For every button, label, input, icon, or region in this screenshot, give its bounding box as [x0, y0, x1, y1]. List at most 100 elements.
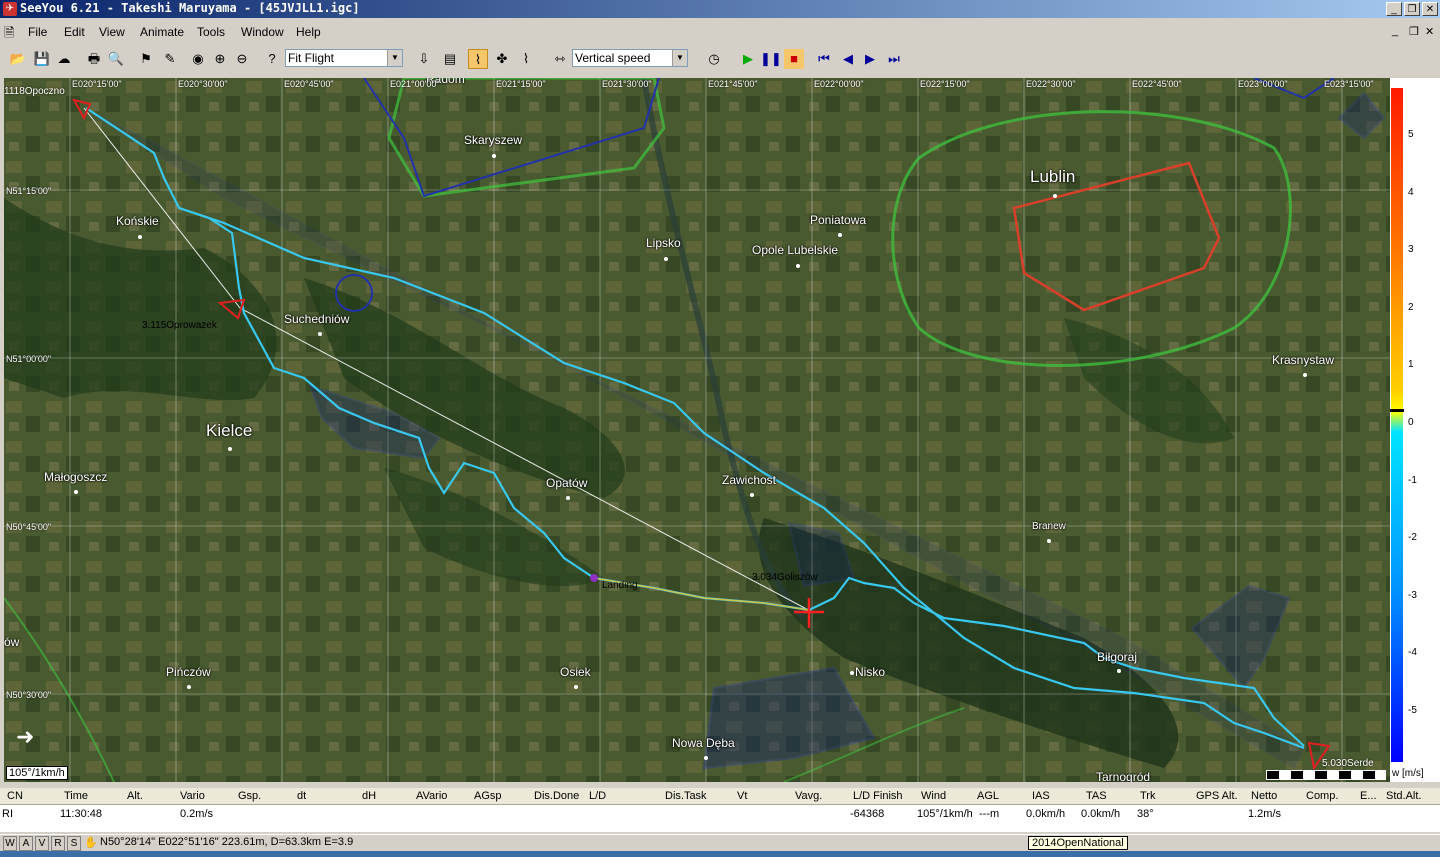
cell-vario: 0.2m/s [180, 808, 214, 820]
column-header[interactable]: Dis.Task [665, 790, 707, 802]
cell-tas: 0.0km/h [1081, 808, 1121, 820]
cell-ias: 0.0km/h [1026, 808, 1066, 820]
menu-window[interactable]: Window [241, 25, 284, 39]
open-folder-icon[interactable]: 📂 [8, 49, 28, 69]
column-header[interactable]: Netto [1251, 790, 1277, 802]
town-dot [1047, 539, 1051, 543]
waypoint-label: 1118Opoczno [4, 86, 65, 97]
cloud-icon[interactable]: ☁ [54, 49, 74, 69]
globe-icon[interactable]: ◉ [188, 49, 208, 69]
column-header[interactable]: Time [64, 790, 88, 802]
chevron-down-icon[interactable]: ▼ [387, 50, 402, 66]
legend-tick: 1 [1408, 359, 1414, 370]
longitude-label: E021°45'00" [708, 79, 758, 89]
column-header[interactable]: GPS Alt. [1196, 790, 1238, 802]
column-header[interactable]: Wind [921, 790, 946, 802]
help-cursor-icon[interactable]: ? [262, 49, 282, 69]
color-mode-select-value: Vertical speed [575, 51, 651, 65]
cell-netto: 1.2m/s [1248, 808, 1282, 820]
column-header[interactable]: Dis.Done [534, 790, 579, 802]
layers-icon[interactable]: ▤ [440, 49, 460, 69]
play-icon[interactable]: ▶ [738, 49, 758, 69]
next-icon[interactable]: ▶ [860, 49, 880, 69]
longitude-label: E020°15'00" [72, 79, 122, 89]
mdi-close-button[interactable]: ✕ [1425, 25, 1434, 38]
column-header[interactable]: CN [7, 790, 23, 802]
track-icon[interactable]: ⌇ [468, 49, 488, 69]
town-dot [1117, 669, 1121, 673]
town-label: Osiek [560, 665, 591, 679]
column-header[interactable]: AVario [416, 790, 447, 802]
column-header[interactable]: TAS [1086, 790, 1107, 802]
legend-tick: -2 [1408, 532, 1417, 543]
column-header[interactable]: Comp. [1306, 790, 1338, 802]
menu-tools[interactable]: Tools [197, 25, 225, 39]
color-mode-select[interactable]: Vertical speed ▼ [572, 49, 688, 67]
last-icon[interactable]: ⏭ [884, 49, 904, 69]
toggle-w[interactable]: W [3, 836, 17, 851]
column-header[interactable]: L/D Finish [853, 790, 903, 802]
app-icon[interactable]: ✈ [3, 2, 17, 16]
menu-help[interactable]: Help [296, 25, 321, 39]
hand-icon[interactable]: ✋ [84, 836, 98, 849]
column-header[interactable]: Vario [180, 790, 205, 802]
clock-icon[interactable]: ◷ [704, 49, 724, 69]
column-header[interactable]: dt [297, 790, 306, 802]
save-icon[interactable]: 💾 [32, 49, 52, 69]
zoom-in-icon[interactable]: ⊕ [210, 49, 230, 69]
column-header[interactable]: Vt [737, 790, 747, 802]
legend-tick: 0 [1408, 417, 1414, 428]
column-header[interactable]: AGL [977, 790, 999, 802]
column-header[interactable]: Trk [1140, 790, 1155, 802]
mdi-minimize-button[interactable]: _ [1392, 25, 1398, 37]
column-header[interactable]: Alt. [127, 790, 143, 802]
legend-tick: 3 [1408, 244, 1414, 255]
map-view[interactable]: Radom Skaryszew Lublin Końskie Poniatowa… [4, 78, 1390, 782]
column-header[interactable]: IAS [1032, 790, 1050, 802]
thermal-icon[interactable]: ✤ [492, 49, 512, 69]
latitude-label: N50°45'00" [6, 522, 52, 532]
column-header[interactable]: Std.Alt. [1386, 790, 1421, 802]
mdi-restore-button[interactable]: ❐ [1409, 25, 1419, 38]
scale-icon[interactable]: ⇿ [550, 49, 570, 69]
print-preview-icon[interactable]: 🔍 [106, 49, 126, 69]
minimize-button[interactable]: _ [1386, 2, 1402, 16]
previous-icon[interactable]: ◀ [838, 49, 858, 69]
column-header[interactable]: Vavg. [795, 790, 822, 802]
graph-icon[interactable]: ⌇ [516, 49, 536, 69]
pause-icon[interactable]: ❚❚ [760, 49, 782, 69]
menu-view[interactable]: View [99, 25, 125, 39]
document-icon[interactable]: 🗎 [4, 24, 14, 46]
column-header[interactable]: AGsp [474, 790, 502, 802]
restore-button[interactable]: ❐ [1404, 2, 1420, 16]
status-bar: W A V R S ✋ N50°28'14" E022°51'16" 223.6… [0, 834, 1440, 851]
column-header[interactable]: Gsp. [238, 790, 261, 802]
print-icon[interactable]: 🖶 [84, 49, 104, 69]
chevron-down-icon[interactable]: ▼ [672, 50, 687, 66]
town-label: Opole Lubelskie [752, 243, 839, 257]
first-icon[interactable]: ⏮ [814, 49, 834, 69]
column-header[interactable]: dH [362, 790, 376, 802]
zoom-select[interactable]: Fit Flight ▼ [285, 49, 403, 67]
cell-ld-finish: -64368 [850, 808, 885, 820]
close-button[interactable]: ✕ [1422, 2, 1438, 16]
edit-task-icon[interactable]: ✎ [160, 49, 180, 69]
import-icon[interactable]: ⇩ [414, 49, 434, 69]
zoom-select-value: Fit Flight [288, 51, 335, 65]
menu-animate[interactable]: Animate [140, 25, 184, 39]
toggle-s[interactable]: S [67, 836, 81, 851]
tooltip: 2014OpenNational [1028, 836, 1128, 850]
toggle-a[interactable]: A [19, 836, 33, 851]
town-dot [187, 685, 191, 689]
column-header[interactable]: L/D [589, 790, 606, 802]
column-header[interactable]: E... [1360, 790, 1377, 802]
toggle-v[interactable]: V [35, 836, 49, 851]
toggle-r[interactable]: R [51, 836, 65, 851]
menu-edit[interactable]: Edit [64, 25, 85, 39]
stop-icon[interactable]: ■ [784, 49, 804, 69]
menu-file[interactable]: File [28, 25, 47, 39]
latitude-label: N51°00'00" [6, 354, 52, 364]
town-dot [704, 756, 708, 760]
zoom-out-icon[interactable]: ⊖ [232, 49, 252, 69]
flag-icon[interactable]: ⚑ [136, 49, 156, 69]
